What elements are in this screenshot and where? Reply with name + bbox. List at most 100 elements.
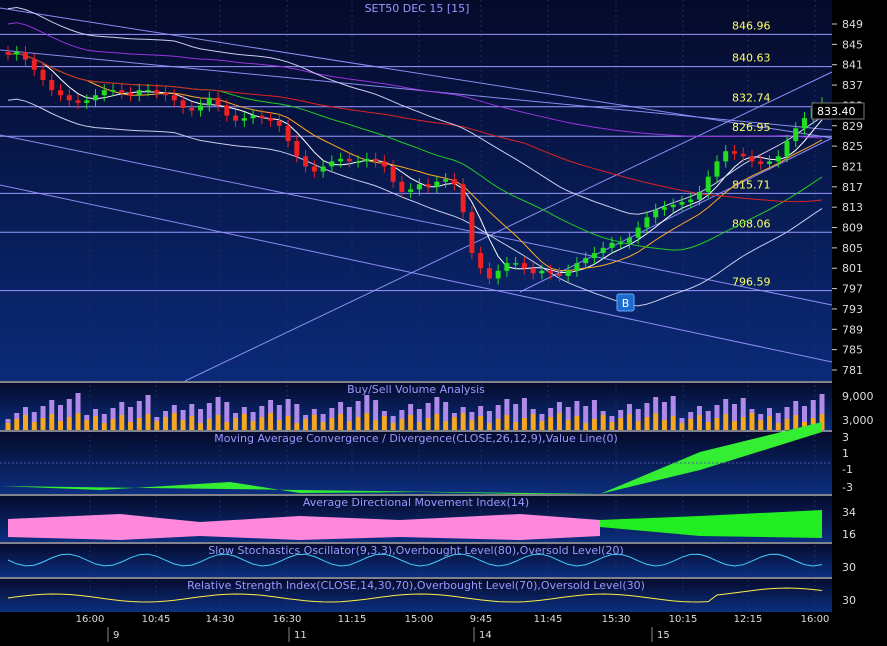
volume-sell-bar — [793, 401, 799, 415]
volume-buy-bar — [355, 417, 361, 430]
candle — [215, 97, 221, 106]
candle — [198, 105, 204, 111]
chart-window: 846.96 840.63 832.74 826.95 815.71 808.06 796.… — [0, 0, 887, 642]
candle — [661, 207, 667, 210]
volume-buy-bar — [136, 418, 142, 430]
volume-sell-bar — [609, 416, 615, 422]
volume-sell-bar — [600, 411, 606, 415]
volume-buy-bar — [696, 415, 702, 430]
volume-sell-bar — [390, 416, 396, 423]
volume-buy-bar — [163, 417, 169, 430]
volume-sell-bar — [556, 402, 562, 413]
candle — [504, 263, 510, 271]
price-tick-label: 805 — [842, 242, 863, 255]
candle — [399, 181, 405, 192]
volume-buy-bar — [268, 413, 274, 430]
volume-sell-bar — [110, 408, 116, 419]
volume-sell-bar — [119, 402, 125, 415]
volume-buy-bar — [285, 416, 291, 430]
adx-fill — [8, 514, 600, 540]
indicator-tick-label: -3 — [842, 481, 853, 494]
candle — [583, 258, 589, 264]
volume-buy-bar — [259, 417, 265, 430]
price-tick-label: 785 — [842, 344, 863, 357]
volume-sell-bar — [346, 407, 352, 421]
candle — [793, 128, 799, 142]
volume-buy-bar — [180, 420, 186, 430]
volume-buy-bar — [609, 422, 615, 430]
volume-sell-bar — [40, 406, 46, 418]
candle — [478, 252, 484, 269]
volume-sell-bar — [294, 404, 300, 423]
candle — [486, 268, 492, 279]
volume-sell-bar — [661, 402, 667, 420]
volume-sell-bar — [766, 408, 772, 416]
volume-buy-bar — [5, 423, 11, 430]
candle — [766, 161, 772, 164]
volume-buy-bar — [373, 420, 379, 430]
volume-sell-bar — [670, 396, 676, 416]
volume-buy-bar — [618, 418, 624, 430]
volume-buy-bar — [390, 423, 396, 430]
volume-buy-bar — [784, 419, 790, 430]
candle — [460, 184, 466, 213]
volume-buy-bar — [233, 418, 239, 430]
volume-sell-bar — [58, 405, 64, 421]
volume-buy-bar — [110, 419, 116, 430]
volume-buy-bar — [793, 415, 799, 430]
candle — [705, 176, 711, 192]
chart-canvas[interactable]: 846.96 840.63 832.74 826.95 815.71 808.06 796.… — [0, 0, 887, 642]
volume-buy-bar — [670, 416, 676, 430]
volume-buy-bar — [504, 415, 510, 430]
volume-buy-bar — [145, 414, 151, 430]
price-tick-label: 809 — [842, 222, 863, 235]
volume-buy-bar — [84, 420, 90, 430]
candle — [189, 107, 195, 111]
buy-signal-marker[interactable]: B — [616, 293, 635, 312]
volume-buy-bar — [766, 416, 772, 430]
price-tick-label: 817 — [842, 181, 863, 194]
candle — [119, 90, 125, 93]
volume-sell-bar — [206, 403, 212, 419]
volume-buy-bar — [399, 419, 405, 430]
volume-buy-bar — [23, 415, 29, 430]
candle — [696, 191, 702, 200]
volume-buy-bar — [723, 414, 729, 430]
volume-buy-bar — [346, 421, 352, 430]
volume-sell-bar — [75, 393, 81, 413]
volume-sell-bar — [215, 397, 221, 415]
candle — [670, 204, 676, 208]
candle — [40, 69, 46, 80]
price-tick-label: 829 — [842, 120, 863, 133]
volume-buy-bar — [731, 421, 737, 430]
volume-buy-bar — [58, 421, 64, 430]
volume-buy-bar — [460, 413, 466, 430]
candle — [784, 141, 790, 157]
candle — [180, 100, 186, 108]
volume-buy-bar — [661, 420, 667, 430]
price-tick-label: 825 — [842, 140, 863, 153]
panel-title-adx: Average Directional Movement Index(14) — [303, 496, 529, 509]
volume-sell-bar — [259, 406, 265, 417]
candle — [93, 95, 99, 101]
indicator-tick-label: -1 — [842, 463, 853, 476]
candle — [224, 105, 230, 116]
indicator-tick-label: 34 — [842, 506, 856, 519]
candle — [513, 263, 519, 265]
volume-buy-bar — [565, 420, 571, 430]
candle — [714, 161, 720, 177]
volume-sell-bar — [574, 401, 580, 416]
candle — [320, 166, 326, 172]
volume-buy-bar — [688, 419, 694, 430]
volume-buy-bar — [416, 422, 422, 430]
volume-sell-bar — [285, 399, 291, 416]
candle — [381, 161, 387, 167]
volume-sell-bar — [233, 413, 239, 418]
volume-buy-bar — [320, 422, 326, 430]
volume-buy-bar — [198, 423, 204, 430]
volume-sell-bar — [163, 411, 169, 417]
level-label: 826.95 — [732, 121, 771, 134]
volume-sell-bar — [154, 417, 160, 421]
candle — [338, 158, 344, 162]
candle — [49, 79, 55, 91]
